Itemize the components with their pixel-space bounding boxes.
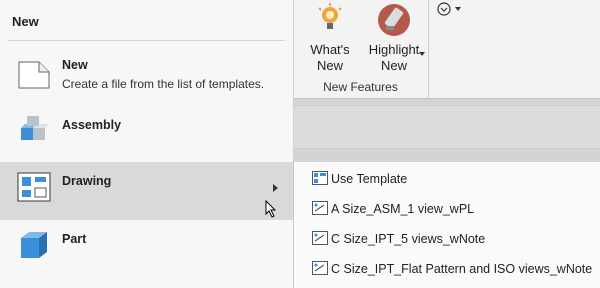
drawing-file-icon <box>312 231 328 245</box>
highlight-new-button[interactable]: Highlight New <box>359 0 429 74</box>
whats-new-label-2: New <box>316 58 343 73</box>
highlighter-icon <box>378 4 410 36</box>
menu-item-label: Assembly <box>62 118 122 132</box>
ribbon: What's New Highlight New New Features <box>293 0 600 98</box>
ribbon-panel-area <box>293 98 600 163</box>
drawing-file-icon <box>312 261 328 275</box>
menu-item-drawing[interactable]: Drawing <box>0 162 293 220</box>
chevron-circle-icon <box>437 2 451 16</box>
blank-document-icon <box>18 61 50 89</box>
menu-item-description: Create a file from the list of templates… <box>62 77 265 91</box>
ribbon-band <box>293 105 600 149</box>
menu-title: New <box>12 14 39 29</box>
whats-new-button[interactable]: What's New <box>305 0 355 74</box>
submenu-item-c-size-5-views[interactable]: C Size_IPT_5 views_wNote <box>294 224 600 254</box>
template-icon <box>312 171 328 185</box>
lightbulb-icon <box>318 3 342 29</box>
submenu-item-use-template[interactable]: Use Template <box>294 164 600 194</box>
submenu-arrow-icon <box>273 184 278 192</box>
drawing-icon <box>17 172 51 202</box>
part-cube-icon <box>21 232 47 258</box>
drawing-submenu: Use Template A Size_ASM_1 view_wPL C Siz… <box>293 162 600 288</box>
highlight-new-label-2: New <box>380 58 407 73</box>
ribbon-group-new-features: What's New Highlight New New Features <box>293 0 429 98</box>
dropdown-arrow-icon <box>455 7 461 11</box>
highlight-dropdown-arrow-icon[interactable] <box>419 52 425 56</box>
menu-item-new[interactable]: New Create a file from the list of templ… <box>0 46 293 106</box>
menu-item-label: Drawing <box>62 174 112 188</box>
menu-item-label: Part <box>62 232 87 246</box>
submenu-item-label: A Size_ASM_1 view_wPL <box>331 202 475 216</box>
assembly-icon <box>21 116 49 140</box>
quick-access-dropdown[interactable] <box>433 0 473 20</box>
menu-item-assembly[interactable]: Assembly <box>0 106 293 164</box>
menu-divider <box>8 40 285 41</box>
submenu-item-label: C Size_IPT_5 views_wNote <box>331 232 486 246</box>
mouse-cursor-icon <box>265 200 277 218</box>
whats-new-label-1: What's <box>310 42 350 57</box>
drawing-file-icon <box>312 201 328 215</box>
submenu-item-label: C Size_IPT_Flat Pattern and ISO views_wN… <box>331 262 593 276</box>
submenu-item-label: Use Template <box>331 172 408 186</box>
submenu-item-c-size-flat-pattern[interactable]: C Size_IPT_Flat Pattern and ISO views_wN… <box>294 254 600 284</box>
submenu-item-a-size-asm[interactable]: A Size_ASM_1 view_wPL <box>294 194 600 224</box>
menu-item-label: New <box>62 58 88 72</box>
new-menu: New New Create a file from the list of t… <box>0 0 294 288</box>
ribbon-group-label: New Features <box>323 80 398 94</box>
menu-item-part[interactable]: Part <box>0 220 293 278</box>
